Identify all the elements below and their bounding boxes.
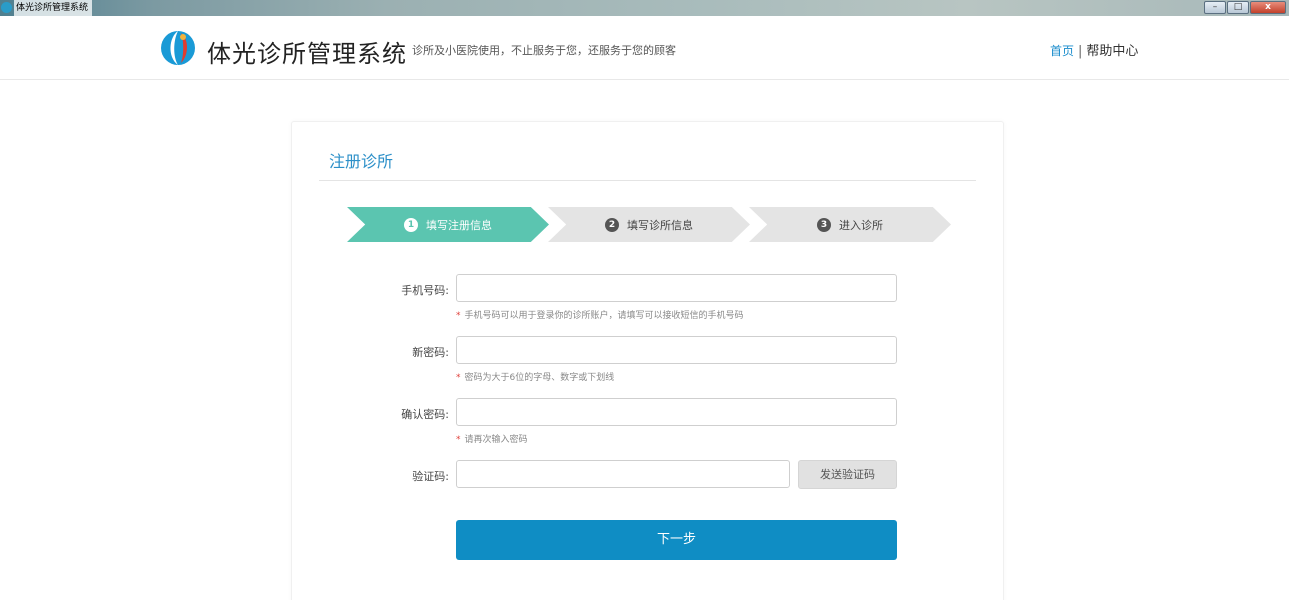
nav-separator: | bbox=[1078, 44, 1083, 59]
password-hint: * 密码为大于6位的字母、数字或下划线 bbox=[456, 370, 614, 383]
phone-input[interactable] bbox=[456, 274, 897, 302]
top-nav: 首页 | 帮助中心 bbox=[1050, 40, 1138, 59]
next-step-button[interactable]: 下一步 bbox=[456, 520, 897, 560]
minimize-button[interactable]: – bbox=[1204, 1, 1226, 14]
step-2-number: 2 bbox=[605, 217, 619, 232]
clinic-logo-icon bbox=[161, 31, 195, 65]
phone-label: 手机号码: bbox=[401, 284, 449, 297]
brand-name: 体光诊所管理系统 bbox=[207, 40, 407, 68]
register-card: 注册诊所 1 填写注册信息 2 填写诊所信息 3 进入诊所 手机号码: * 手机号… bbox=[291, 121, 1004, 600]
step-progress: 1 填写注册信息 2 填写诊所信息 3 进入诊所 bbox=[347, 207, 951, 242]
step-2: 2 填写诊所信息 bbox=[548, 207, 750, 242]
step-1-label: 填写注册信息 bbox=[426, 218, 492, 232]
window-controls: – □ x bbox=[1203, 1, 1286, 14]
required-star: * bbox=[456, 373, 461, 383]
site-header: 体光诊所管理系统 诊所及小医院使用，不止服务于您，还服务于您的顾客 首页 | 帮助中… bbox=[0, 16, 1289, 80]
step-1: 1 填写注册信息 bbox=[347, 207, 549, 242]
step-3: 3 进入诊所 bbox=[749, 207, 951, 242]
step-3-label: 进入诊所 bbox=[839, 218, 883, 232]
password-hint-text: 密码为大于6位的字母、数字或下划线 bbox=[464, 373, 615, 383]
maximize-button[interactable]: □ bbox=[1227, 1, 1249, 14]
captcha-input[interactable] bbox=[456, 460, 790, 488]
password-label: 新密码: bbox=[412, 346, 449, 359]
password-input[interactable] bbox=[456, 336, 897, 364]
send-captcha-button[interactable]: 发送验证码 bbox=[798, 460, 897, 489]
required-star: * bbox=[456, 311, 461, 321]
window-title: 体光诊所管理系统 bbox=[14, 0, 93, 16]
app-icon bbox=[1, 2, 12, 13]
phone-hint: * 手机号码可以用于登录你的诊所账户，请填写可以接收短信的手机号码 bbox=[456, 308, 744, 321]
step-2-label: 填写诊所信息 bbox=[627, 218, 693, 232]
nav-help-link[interactable]: 帮助中心 bbox=[1086, 44, 1138, 59]
required-star: * bbox=[456, 435, 461, 445]
confirm-password-label: 确认密码: bbox=[401, 408, 449, 421]
confirm-password-input[interactable] bbox=[456, 398, 897, 426]
close-button[interactable]: x bbox=[1250, 1, 1286, 14]
window-titlebar: 体光诊所管理系统 – □ x bbox=[0, 0, 1289, 16]
nav-home-link[interactable]: 首页 bbox=[1050, 44, 1074, 58]
phone-hint-text: 手机号码可以用于登录你的诊所账户，请填写可以接收短信的手机号码 bbox=[464, 311, 744, 321]
title-divider bbox=[319, 180, 976, 181]
confirm-password-hint: * 请再次输入密码 bbox=[456, 432, 528, 445]
step-3-number: 3 bbox=[817, 217, 831, 232]
captcha-label: 验证码: bbox=[412, 470, 449, 483]
page-title: 注册诊所 bbox=[329, 152, 394, 171]
brand-slogan: 诊所及小医院使用，不止服务于您，还服务于您的顾客 bbox=[412, 44, 676, 57]
confirm-password-hint-text: 请再次输入密码 bbox=[464, 435, 528, 445]
step-1-number: 1 bbox=[404, 217, 418, 232]
